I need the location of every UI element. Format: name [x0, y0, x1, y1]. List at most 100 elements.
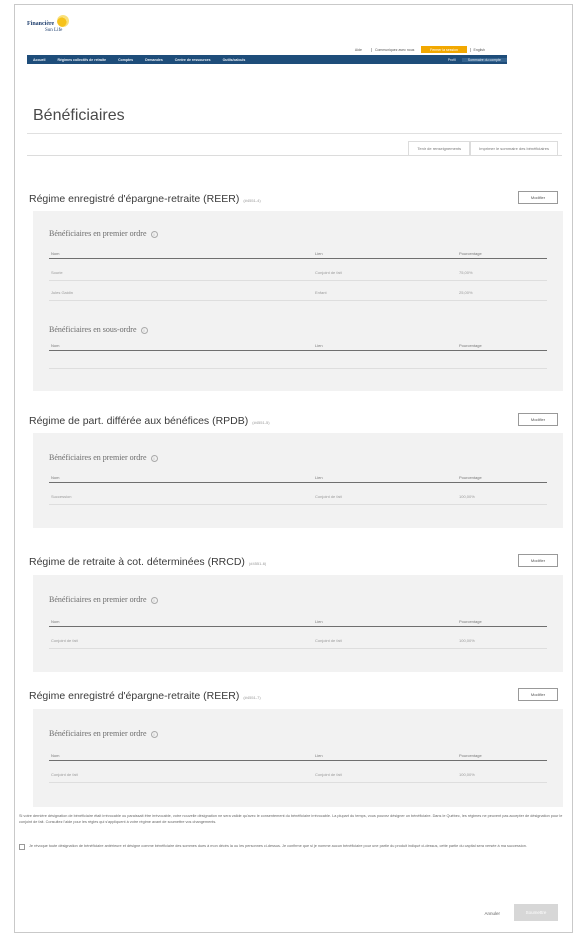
column-percent: Pourcentage [459, 251, 482, 256]
account-number: (#4551-4) [243, 198, 261, 203]
account-number: (#4551-5) [252, 420, 270, 425]
column-relation: Lien [315, 475, 323, 480]
cell-relation: Conjoint de fait [315, 270, 342, 275]
nav-item-resources[interactable]: Centre de ressources [169, 58, 217, 62]
cell-percent: 25,00% [459, 290, 473, 295]
beneficiaries-panel: Bénéficiaires en premier ordre i Nom Lien… [33, 433, 563, 528]
page-title: Bénéficiaires [33, 107, 125, 124]
info-icon[interactable]: i [150, 230, 158, 238]
primary-beneficiaries-title: Bénéficiaires en premier ordre i [49, 729, 158, 738]
column-percent: Pourcentage [459, 619, 482, 624]
modify-button[interactable]: Modifier [518, 554, 558, 567]
logo-line-2: Sun Life [45, 28, 63, 33]
cell-name: Jules Gaidin [51, 290, 74, 295]
column-name: Nom [51, 251, 60, 256]
table-row: Conjoint de fait Conjoint de fait 100,00… [49, 767, 547, 783]
section-title-text: Régime de part. différée aux bénéfices (… [29, 415, 249, 427]
confirm-checkbox[interactable] [19, 844, 25, 850]
nav-item-plans[interactable]: Régimes collectifs de retraite [51, 58, 112, 62]
beneficiaries-panel: Bénéficiaires en premier ordre i Nom Lien… [33, 709, 563, 807]
cell-relation: Conjoint de fait [315, 494, 342, 499]
contingent-beneficiaries-title: Bénéficiaires en sous-ordre i [49, 325, 148, 334]
logout-button[interactable]: Fermer la session [421, 46, 467, 53]
divider [27, 155, 562, 156]
sun-life-logo[interactable]: Financière Sun Life [27, 15, 107, 41]
beneficiaries-panel: Bénéficiaires en premier ordre i Nom Lien… [33, 575, 563, 672]
cell-percent: 100,00% [459, 494, 475, 499]
table-row-empty [49, 357, 547, 369]
confirm-text: Je révoque toute désignation de bénéfici… [29, 844, 527, 848]
table-header: Nom Lien Pourcentage [49, 751, 547, 761]
cell-name: Conjoint de fait [51, 772, 78, 777]
section-title-rrcd: Régime de retraite à cot. déterminées (R… [29, 556, 266, 568]
primary-title-text: Bénéficiaires en premier ordre [49, 595, 147, 604]
primary-title-text: Bénéficiaires en premier ordre [49, 453, 147, 462]
section-title-reer-2: Régime enregistré d'épargne-retraite (RE… [29, 690, 261, 702]
info-icon[interactable]: i [150, 596, 158, 604]
utility-link-help[interactable]: Aide [352, 48, 365, 52]
column-percent: Pourcentage [459, 475, 482, 480]
page-frame: Financière Sun Life Aide Communiquez ave… [14, 4, 573, 933]
tab-info[interactable]: Tenir de renseignements [408, 141, 471, 155]
info-icon[interactable]: i [150, 454, 158, 462]
nav-item-accounts[interactable]: Comptes [112, 58, 139, 62]
nav-item-home[interactable]: Accueil [27, 58, 51, 62]
logo-line-1: Financière [27, 21, 55, 27]
column-name: Nom [51, 475, 60, 480]
divider [27, 133, 562, 134]
nav-item-summary[interactable]: Sommaire du compte [461, 57, 507, 62]
column-percent: Pourcentage [459, 753, 482, 758]
cancel-link[interactable]: Annuler [484, 911, 500, 916]
column-relation: Lien [315, 619, 323, 624]
utility-link-contact[interactable]: Communiquez avec nous [370, 48, 418, 52]
section-title-text: Régime de retraite à cot. déterminées (R… [29, 556, 245, 568]
table-row: Succession Conjoint de fait 100,00% [49, 489, 547, 505]
column-relation: Lien [315, 753, 323, 758]
cell-name: Succession [51, 494, 72, 499]
modify-button[interactable]: Modifier [518, 191, 558, 204]
column-name: Nom [51, 619, 60, 624]
info-icon[interactable]: i [140, 326, 148, 334]
table-row: Conjoint de fait Conjoint de fait 100,00… [49, 633, 547, 649]
cell-percent: 100,00% [459, 638, 475, 643]
primary-beneficiaries-title: Bénéficiaires en premier ordre i [49, 595, 158, 604]
action-tabs: Tenir de renseignements Imprimer le somm… [408, 141, 558, 155]
nav-right: Profil Sommaire du compte [442, 57, 507, 62]
cell-relation: Conjoint de fait [315, 772, 342, 777]
nav-item-profile[interactable]: Profil [442, 58, 462, 62]
utility-link-language[interactable]: English [469, 48, 488, 52]
section-title-text: Régime enregistré d'épargne-retraite (RE… [29, 690, 240, 702]
nav-item-tools[interactable]: Outils/calculs [217, 58, 252, 62]
table-header: Nom Lien Pourcentage [49, 341, 547, 351]
info-icon[interactable]: i [150, 730, 158, 738]
table-header: Nom Lien Pourcentage [49, 249, 547, 259]
table-header: Nom Lien Pourcentage [49, 473, 547, 483]
primary-beneficiaries-title: Bénéficiaires en premier ordre i [49, 229, 158, 238]
account-number: (#4551-7) [243, 695, 261, 700]
section-title-text: Régime enregistré d'épargne-retraite (RE… [29, 193, 240, 205]
primary-title-text: Bénéficiaires en premier ordre [49, 229, 147, 238]
beneficiaries-panel: Bénéficiaires en premier ordre i Nom Lien… [33, 211, 563, 391]
submit-button[interactable]: Soumettre [514, 904, 558, 921]
cell-percent: 75,00% [459, 270, 473, 275]
cell-name: Conjoint de fait [51, 638, 78, 643]
table-row: Sourie Conjoint de fait 75,00% [49, 265, 547, 281]
column-percent: Pourcentage [459, 343, 482, 348]
sun-icon [57, 15, 69, 27]
primary-beneficiaries-title: Bénéficiaires en premier ordre i [49, 453, 158, 462]
table-row: Jules Gaidin Enfant 25,00% [49, 285, 547, 301]
contingent-title-text: Bénéficiaires en sous-ordre [49, 325, 137, 334]
column-relation: Lien [315, 343, 323, 348]
cell-relation: Conjoint de fait [315, 638, 342, 643]
cell-name: Sourie [51, 270, 63, 275]
column-name: Nom [51, 753, 60, 758]
primary-title-text: Bénéficiaires en premier ordre [49, 729, 147, 738]
section-title-rpdb: Régime de part. différée aux bénéfices (… [29, 415, 270, 427]
nav-item-requests[interactable]: Demandes [139, 58, 169, 62]
column-relation: Lien [315, 251, 323, 256]
cell-percent: 100,00% [459, 772, 475, 777]
disclaimer-text: Si votre dernière désignation de bénéfic… [19, 814, 563, 824]
modify-button[interactable]: Modifier [518, 688, 558, 701]
modify-button[interactable]: Modifier [518, 413, 558, 426]
tab-print-summary[interactable]: Imprimer le sommaire des bénéficiaires [470, 141, 558, 155]
